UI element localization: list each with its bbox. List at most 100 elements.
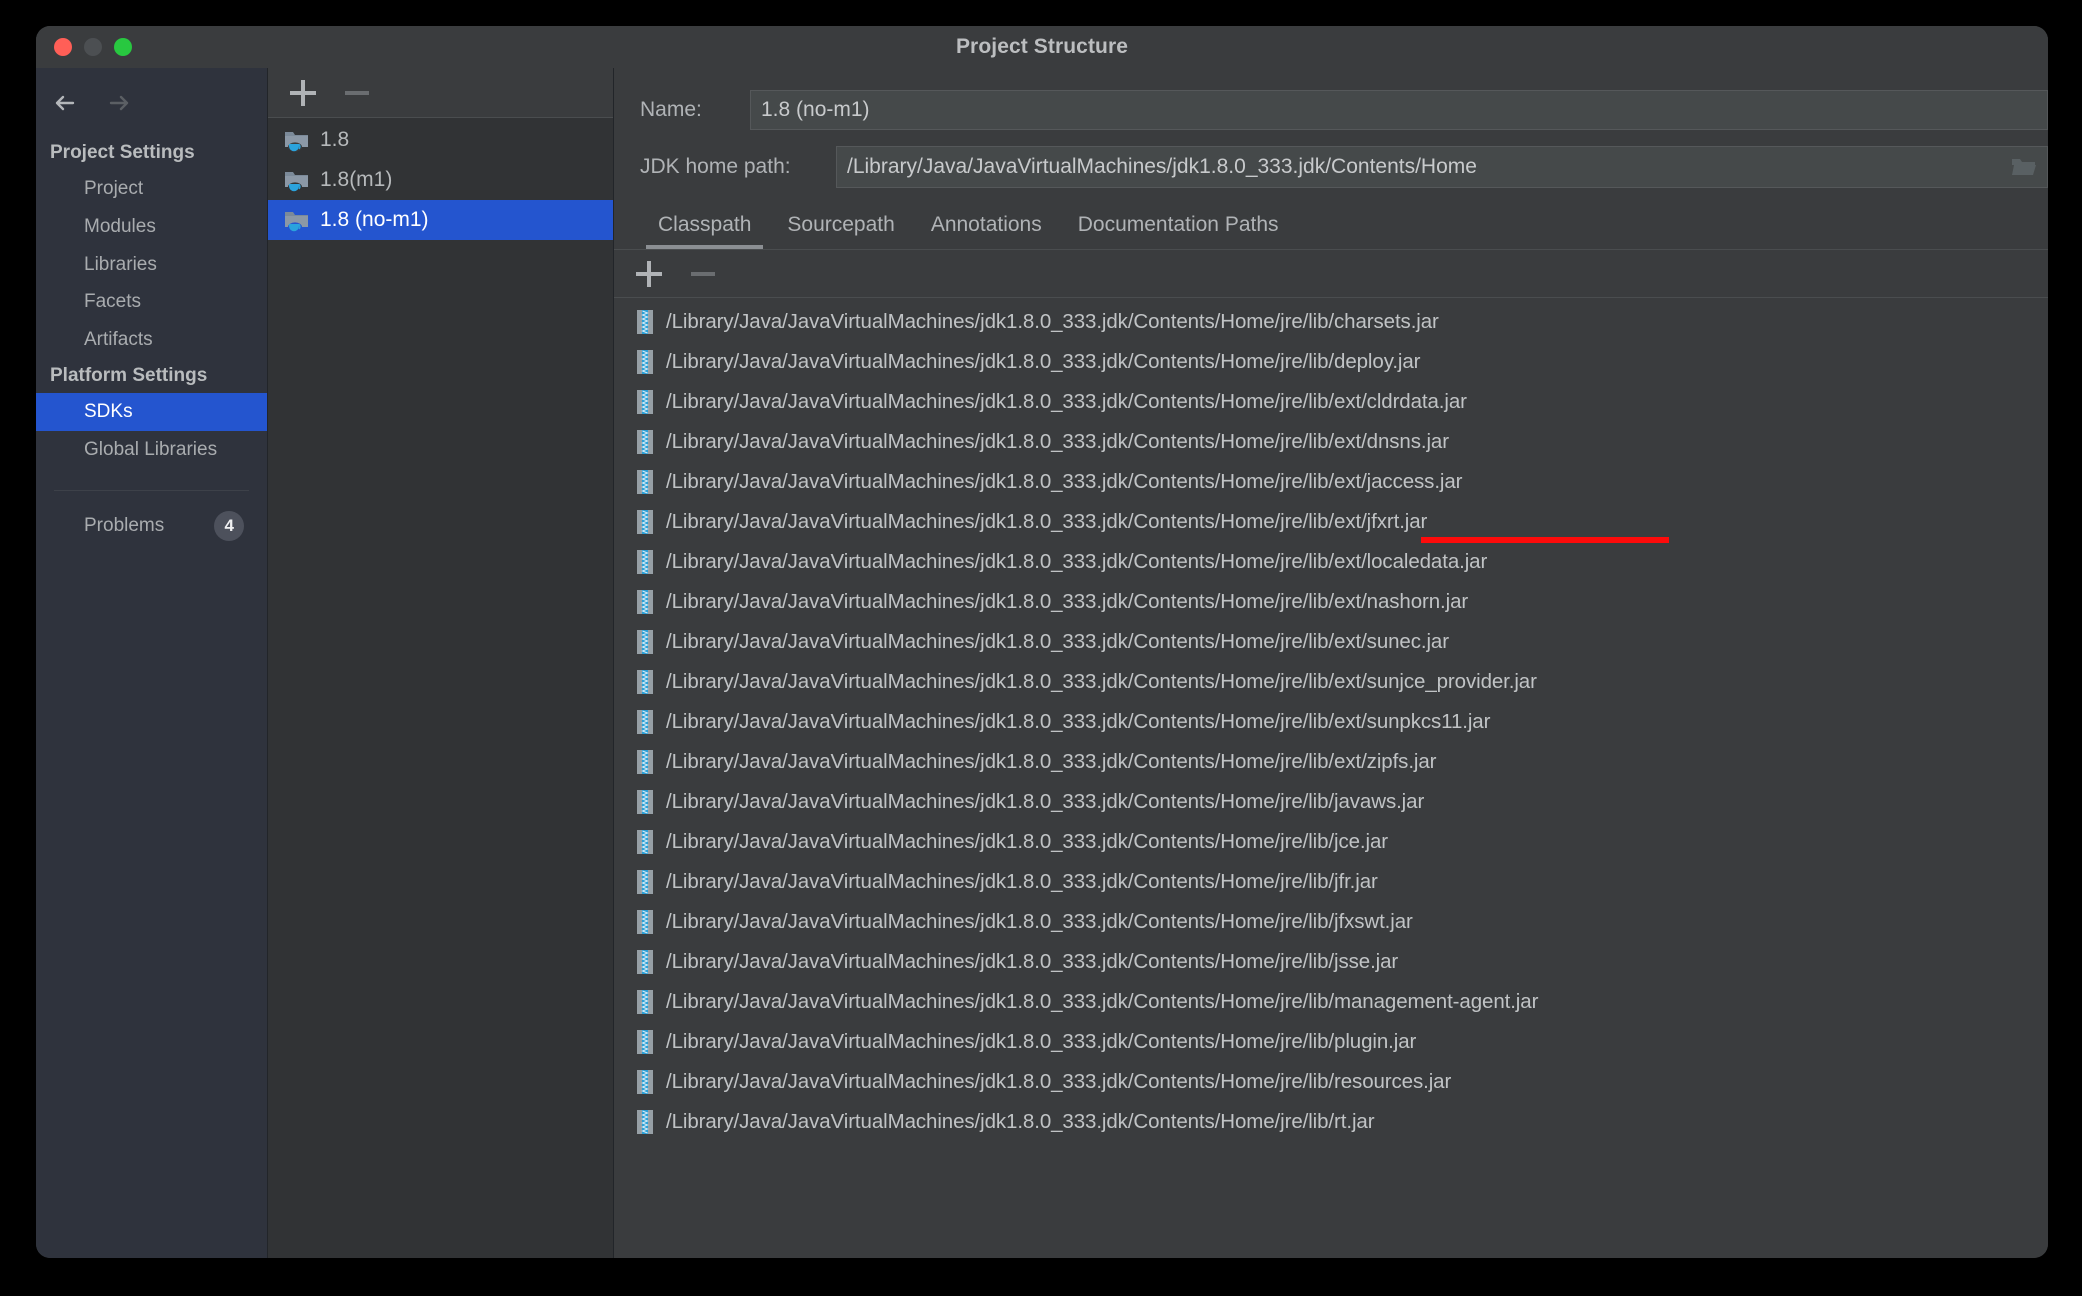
jdk-folder-icon <box>284 128 310 152</box>
sdk-list-toolbar <box>268 68 613 118</box>
classpath-entry-path: /Library/Java/JavaVirtualMachines/jdk1.8… <box>666 1070 1452 1093</box>
tab-sourcepath[interactable]: Sourcepath <box>769 213 912 249</box>
jar-archive-icon <box>636 429 654 455</box>
classpath-entry-path: /Library/Java/JavaVirtualMachines/jdk1.8… <box>666 470 1463 493</box>
classpath-entry-path: /Library/Java/JavaVirtualMachines/jdk1.8… <box>666 590 1469 613</box>
arrow-right-icon[interactable] <box>106 90 132 116</box>
classpath-list-item[interactable]: /Library/Java/JavaVirtualMachines/jdk1.8… <box>614 942 2048 982</box>
classpath-entry-path: /Library/Java/JavaVirtualMachines/jdk1.8… <box>666 830 1389 853</box>
sidebar-group-project-settings: Project Settings <box>50 142 195 163</box>
sdk-list-item[interactable]: 1.8 <box>268 120 613 160</box>
add-sdk-button[interactable] <box>290 79 316 106</box>
classpath-list-item[interactable]: /Library/Java/JavaVirtualMachines/jdk1.8… <box>614 1062 2048 1102</box>
jar-archive-icon <box>636 949 654 975</box>
tab-classpath[interactable]: Classpath <box>640 213 769 249</box>
sdk-item-label: 1.8(m1) <box>320 168 393 191</box>
classpath-list[interactable]: /Library/Java/JavaVirtualMachines/jdk1.8… <box>614 298 2048 1258</box>
remove-sdk-button[interactable] <box>344 80 370 106</box>
jar-archive-icon <box>636 989 654 1015</box>
jar-archive-icon <box>636 869 654 895</box>
classpath-entry-path: /Library/Java/JavaVirtualMachines/jdk1.8… <box>666 350 1421 373</box>
folder-open-icon[interactable] <box>2000 146 2048 188</box>
classpath-list-item[interactable]: /Library/Java/JavaVirtualMachines/jdk1.8… <box>614 782 2048 822</box>
classpath-list-item[interactable]: /Library/Java/JavaVirtualMachines/jdk1.8… <box>614 902 2048 942</box>
classpath-list-item[interactable]: /Library/Java/JavaVirtualMachines/jdk1.8… <box>614 502 2048 543</box>
settings-sidebar: Project Settings Project Modules Librari… <box>36 68 268 1258</box>
add-classpath-entry-button[interactable] <box>636 260 662 287</box>
problems-count-badge: 4 <box>214 511 245 542</box>
jar-archive-icon <box>636 389 654 415</box>
jar-archive-icon <box>636 509 654 535</box>
classpath-list-item[interactable]: /Library/Java/JavaVirtualMachines/jdk1.8… <box>614 982 2048 1022</box>
jdk-folder-icon <box>284 168 310 192</box>
jar-archive-icon <box>636 909 654 935</box>
classpath-list-item[interactable]: /Library/Java/JavaVirtualMachines/jdk1.8… <box>614 582 2048 622</box>
sidebar-item-problems[interactable]: Problems 4 <box>36 491 267 542</box>
sdk-list-item-selected[interactable]: 1.8 (no-m1) <box>268 200 613 240</box>
sdk-detail-pane: Name: JDK home path: Classpath Sourcepat… <box>614 68 2048 1258</box>
jar-archive-icon <box>636 829 654 855</box>
jar-archive-icon <box>636 349 654 375</box>
classpath-entry-path: /Library/Java/JavaVirtualMachines/jdk1.8… <box>666 950 1399 973</box>
classpath-entry-path: /Library/Java/JavaVirtualMachines/jdk1.8… <box>666 870 1378 893</box>
sidebar-item-project[interactable]: Project <box>36 170 267 208</box>
sidebar-item-global-libraries[interactable]: Global Libraries <box>36 431 267 469</box>
sdk-name-input[interactable] <box>750 90 2048 130</box>
classpath-list-item[interactable]: /Library/Java/JavaVirtualMachines/jdk1.8… <box>614 702 2048 742</box>
jar-archive-icon <box>636 709 654 735</box>
sidebar-item-sdks[interactable]: SDKs <box>36 392 267 431</box>
classpath-list-item[interactable]: /Library/Java/JavaVirtualMachines/jdk1.8… <box>614 1102 2048 1142</box>
classpath-entry-path: /Library/Java/JavaVirtualMachines/jdk1.8… <box>666 750 1437 773</box>
jar-archive-icon <box>636 469 654 495</box>
classpath-entry-path: /Library/Java/JavaVirtualMachines/jdk1.8… <box>666 630 1449 653</box>
sdk-list[interactable]: 1.8 1.8(m1) 1.8 (no-m1) <box>268 118 613 1258</box>
window-body: Project Settings Project Modules Librari… <box>36 68 2048 1258</box>
jdk-home-path-label: JDK home path: <box>640 155 791 178</box>
jar-archive-icon <box>636 309 654 335</box>
classpath-list-item[interactable]: /Library/Java/JavaVirtualMachines/jdk1.8… <box>614 862 2048 902</box>
jdk-home-path-input[interactable] <box>836 146 2000 188</box>
classpath-entry-path: /Library/Java/JavaVirtualMachines/jdk1.8… <box>666 990 1539 1013</box>
sdk-name-row: Name: <box>614 82 2048 138</box>
classpath-list-item[interactable]: /Library/Java/JavaVirtualMachines/jdk1.8… <box>614 302 2048 342</box>
jar-archive-icon <box>636 749 654 775</box>
classpath-list-item[interactable]: /Library/Java/JavaVirtualMachines/jdk1.8… <box>614 462 2048 502</box>
jar-archive-icon <box>636 629 654 655</box>
sidebar-item-modules[interactable]: Modules <box>36 208 267 246</box>
jdk-folder-icon <box>284 208 310 232</box>
tab-documentation-paths[interactable]: Documentation Paths <box>1060 213 1297 249</box>
sidebar-group-platform-settings: Platform Settings <box>50 364 208 386</box>
classpath-entry-path: /Library/Java/JavaVirtualMachines/jdk1.8… <box>666 790 1425 813</box>
classpath-list-item[interactable]: /Library/Java/JavaVirtualMachines/jdk1.8… <box>614 422 2048 462</box>
navigation-arrows <box>36 84 267 136</box>
classpath-entry-path: /Library/Java/JavaVirtualMachines/jdk1.8… <box>666 390 1467 413</box>
sdk-item-label: 1.8 <box>320 128 350 151</box>
classpath-list-item[interactable]: /Library/Java/JavaVirtualMachines/jdk1.8… <box>614 342 2048 382</box>
window-title: Project Structure <box>955 35 1129 58</box>
classpath-list-item[interactable]: /Library/Java/JavaVirtualMachines/jdk1.8… <box>614 822 2048 862</box>
sidebar-item-libraries[interactable]: Libraries <box>36 246 267 284</box>
sidebar-item-artifacts[interactable]: Artifacts <box>36 321 267 359</box>
project-structure-window: Project Structure Project Settings Proje… <box>36 26 2048 1258</box>
classpath-entry-path: /Library/Java/JavaVirtualMachines/jdk1.8… <box>666 510 1428 533</box>
classpath-list-item[interactable]: /Library/Java/JavaVirtualMachines/jdk1.8… <box>614 662 2048 702</box>
sidebar-item-facets[interactable]: Facets <box>36 283 267 321</box>
jar-archive-icon <box>636 1109 654 1135</box>
tab-annotations[interactable]: Annotations <box>913 213 1060 249</box>
classpath-list-item[interactable]: /Library/Java/JavaVirtualMachines/jdk1.8… <box>614 382 2048 422</box>
jar-archive-icon <box>636 589 654 615</box>
jar-archive-icon <box>636 549 654 575</box>
jar-archive-icon <box>636 1069 654 1095</box>
arrow-left-icon[interactable] <box>52 90 78 116</box>
classpath-list-item[interactable]: /Library/Java/JavaVirtualMachines/jdk1.8… <box>614 622 2048 662</box>
classpath-entry-path: /Library/Java/JavaVirtualMachines/jdk1.8… <box>666 910 1413 933</box>
sdk-list-item[interactable]: 1.8(m1) <box>268 160 613 200</box>
remove-classpath-entry-button[interactable] <box>690 261 716 287</box>
classpath-entry-path: /Library/Java/JavaVirtualMachines/jdk1.8… <box>666 1110 1375 1133</box>
classpath-list-item[interactable]: /Library/Java/JavaVirtualMachines/jdk1.8… <box>614 542 2048 582</box>
sdk-name-label: Name: <box>640 98 702 121</box>
jar-archive-icon <box>636 1029 654 1055</box>
classpath-list-item[interactable]: /Library/Java/JavaVirtualMachines/jdk1.8… <box>614 742 2048 782</box>
window-titlebar: Project Structure <box>36 26 2048 68</box>
classpath-list-item[interactable]: /Library/Java/JavaVirtualMachines/jdk1.8… <box>614 1022 2048 1062</box>
